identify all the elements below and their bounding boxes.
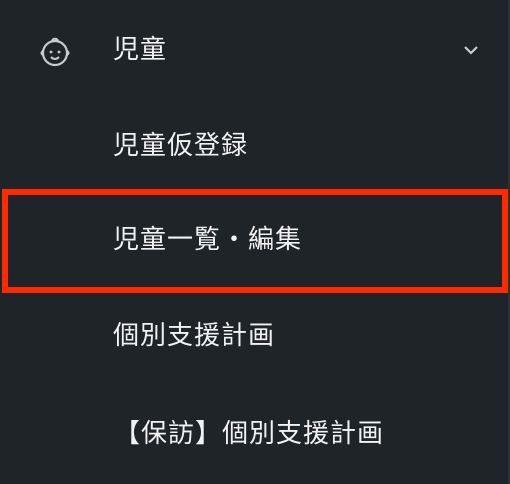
submenu-item-label: 【保訪】個別支援計画 — [114, 419, 385, 449]
sidebar-menu: 児童 児童仮登録 児童一覧・編集 個別支援計画 【保訪】個別支援計画 — [0, 0, 510, 484]
submenu-item-child-list-edit[interactable]: 児童一覧・編集 — [0, 200, 510, 276]
menu-group-label: 児童 — [113, 35, 168, 65]
submenu-item-label: 児童一覧・編集 — [113, 225, 303, 255]
submenu-item-visit-individual-support-plan[interactable]: 【保訪】個別支援計画 — [0, 394, 510, 470]
menu-group-children[interactable]: 児童 — [0, 0, 510, 100]
submenu-item-label: 児童仮登録 — [113, 131, 249, 161]
child-face-icon — [36, 34, 74, 72]
submenu-item-label: 個別支援計画 — [113, 321, 276, 351]
submenu-item-individual-support-plan[interactable]: 個別支援計画 — [0, 300, 510, 376]
submenu-item-child-provisional-registration[interactable]: 児童仮登録 — [0, 108, 510, 184]
chevron-down-icon[interactable] — [462, 42, 480, 56]
